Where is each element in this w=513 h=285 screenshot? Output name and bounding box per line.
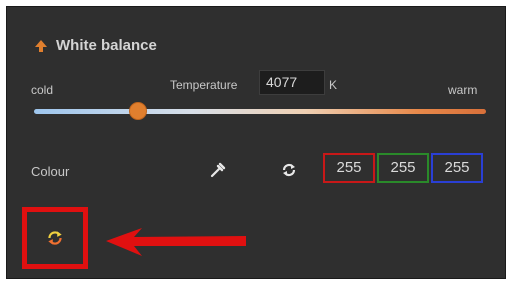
reset-button[interactable] bbox=[40, 223, 70, 253]
reset-cycle-icon bbox=[48, 231, 62, 245]
cold-label: cold bbox=[31, 83, 54, 97]
auto-white-balance-button[interactable] bbox=[275, 157, 303, 183]
green-value-input[interactable]: 255 bbox=[377, 153, 429, 183]
warm-label: warm bbox=[448, 83, 478, 97]
temperature-slider-track[interactable] bbox=[34, 109, 486, 114]
section-header[interactable]: White balance bbox=[34, 37, 157, 54]
red-value-input[interactable]: 255 bbox=[323, 153, 375, 183]
temperature-unit: K bbox=[329, 78, 338, 92]
colour-picker-button[interactable] bbox=[204, 157, 232, 183]
temperature-label: Temperature bbox=[170, 78, 238, 92]
reset-button-highlight bbox=[22, 207, 88, 269]
arrow-up-icon[interactable] bbox=[34, 39, 48, 53]
auto-cycle-icon bbox=[282, 163, 296, 177]
temperature-slider-knob[interactable] bbox=[128, 102, 147, 120]
eyedropper-icon bbox=[210, 162, 226, 178]
section-title: White balance bbox=[56, 37, 157, 54]
blue-value-input[interactable]: 255 bbox=[431, 153, 483, 183]
temperature-input[interactable]: 4077 bbox=[259, 70, 325, 95]
colour-label: Colour bbox=[31, 164, 70, 179]
red-arrow bbox=[106, 228, 246, 256]
